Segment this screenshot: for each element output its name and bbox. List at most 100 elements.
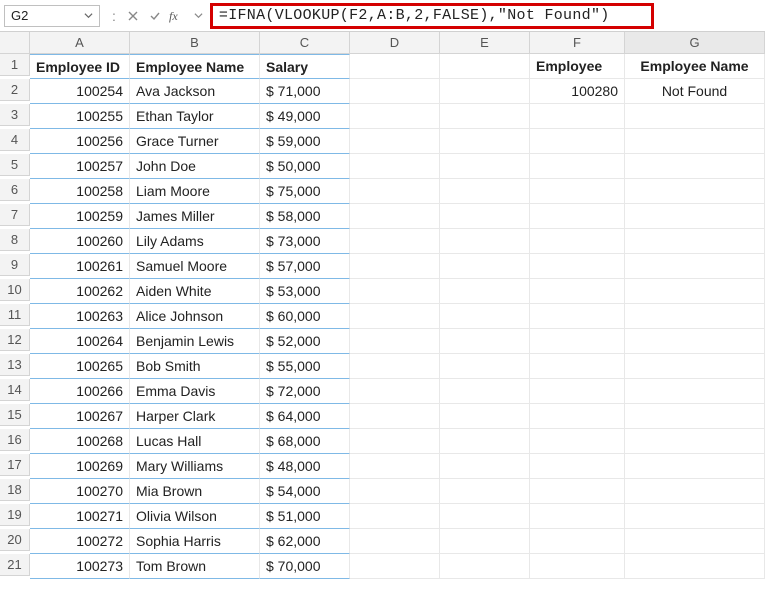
cell[interactable]	[530, 504, 625, 529]
cell[interactable]	[350, 454, 440, 479]
cell[interactable]	[350, 504, 440, 529]
cell[interactable]	[350, 104, 440, 129]
col-header-D[interactable]: D	[350, 32, 440, 54]
cell[interactable]: Sophia Harris	[130, 529, 260, 554]
row-header[interactable]: 12	[0, 329, 30, 351]
cell[interactable]	[625, 104, 765, 129]
cell[interactable]	[440, 104, 530, 129]
cell[interactable]: John Doe	[130, 154, 260, 179]
cell[interactable]	[625, 529, 765, 554]
cell-B1[interactable]: Employee Name	[130, 54, 260, 79]
cell[interactable]	[530, 279, 625, 304]
cell[interactable]	[625, 129, 765, 154]
cell[interactable]: $ 62,000	[260, 529, 350, 554]
row-header[interactable]: 6	[0, 179, 30, 201]
cell[interactable]	[625, 154, 765, 179]
cell[interactable]: Mary Williams	[130, 454, 260, 479]
row-header[interactable]: 2	[0, 79, 30, 101]
cell[interactable]	[350, 404, 440, 429]
cell[interactable]	[530, 454, 625, 479]
cell[interactable]	[350, 154, 440, 179]
col-header-E[interactable]: E	[440, 32, 530, 54]
row-header[interactable]: 5	[0, 154, 30, 176]
formula-input[interactable]: =IFNA(VLOOKUP(F2,A:B,2,FALSE),"Not Found…	[210, 3, 654, 29]
cell[interactable]: Ethan Taylor	[130, 104, 260, 129]
cell[interactable]: $ 51,000	[260, 504, 350, 529]
cell[interactable]	[530, 529, 625, 554]
row-header[interactable]: 17	[0, 454, 30, 476]
cell[interactable]: Alice Johnson	[130, 304, 260, 329]
cell[interactable]: 100261	[30, 254, 130, 279]
cell-B2[interactable]: Ava Jackson	[130, 79, 260, 104]
cell[interactable]: 100269	[30, 454, 130, 479]
cell[interactable]	[440, 279, 530, 304]
cell[interactable]: Grace Turner	[130, 129, 260, 154]
cell[interactable]: $ 59,000	[260, 129, 350, 154]
cell[interactable]	[625, 454, 765, 479]
cell[interactable]	[625, 554, 765, 579]
cell-A2[interactable]: 100254	[30, 79, 130, 104]
cell[interactable]	[530, 229, 625, 254]
row-header[interactable]: 14	[0, 379, 30, 401]
cell[interactable]	[625, 379, 765, 404]
cell[interactable]	[530, 329, 625, 354]
row-header[interactable]: 16	[0, 429, 30, 451]
cell[interactable]	[440, 229, 530, 254]
cell[interactable]	[440, 554, 530, 579]
cell[interactable]	[350, 179, 440, 204]
cell[interactable]	[530, 554, 625, 579]
cell[interactable]: Samuel Moore	[130, 254, 260, 279]
cell[interactable]	[530, 129, 625, 154]
cell[interactable]	[440, 304, 530, 329]
cell[interactable]: $ 54,000	[260, 479, 350, 504]
cell[interactable]: $ 64,000	[260, 404, 350, 429]
cell[interactable]: $ 49,000	[260, 104, 350, 129]
cell[interactable]	[625, 229, 765, 254]
cancel-icon[interactable]	[122, 5, 144, 27]
cell[interactable]	[350, 479, 440, 504]
cell[interactable]	[530, 254, 625, 279]
cell[interactable]	[530, 379, 625, 404]
cell[interactable]	[440, 129, 530, 154]
cell[interactable]: 100260	[30, 229, 130, 254]
cell[interactable]	[625, 279, 765, 304]
cell[interactable]	[625, 204, 765, 229]
cell[interactable]: $ 53,000	[260, 279, 350, 304]
row-header[interactable]: 8	[0, 229, 30, 251]
cell[interactable]	[625, 254, 765, 279]
cell-E2[interactable]	[440, 79, 530, 104]
cell[interactable]: $ 72,000	[260, 379, 350, 404]
enter-check-icon[interactable]	[144, 5, 166, 27]
cell[interactable]	[530, 104, 625, 129]
cell[interactable]	[350, 229, 440, 254]
cell[interactable]	[625, 354, 765, 379]
cell[interactable]	[440, 354, 530, 379]
cell[interactable]: 100272	[30, 529, 130, 554]
cell-D1[interactable]	[350, 54, 440, 79]
cell[interactable]: 100255	[30, 104, 130, 129]
row-header[interactable]: 7	[0, 204, 30, 226]
cell[interactable]: 100273	[30, 554, 130, 579]
cell[interactable]	[440, 454, 530, 479]
cell[interactable]	[530, 154, 625, 179]
cell[interactable]: Tom Brown	[130, 554, 260, 579]
cell[interactable]: $ 75,000	[260, 179, 350, 204]
cell[interactable]	[440, 429, 530, 454]
cell[interactable]: Lucas Hall	[130, 429, 260, 454]
row-header[interactable]: 3	[0, 104, 30, 126]
cell[interactable]	[350, 304, 440, 329]
cell[interactable]	[440, 379, 530, 404]
cell-A1[interactable]: Employee ID	[30, 54, 130, 79]
cell[interactable]	[440, 179, 530, 204]
cell[interactable]	[350, 429, 440, 454]
cell[interactable]	[625, 179, 765, 204]
col-header-F[interactable]: F	[530, 32, 625, 54]
row-header[interactable]: 11	[0, 304, 30, 326]
row-header[interactable]: 9	[0, 254, 30, 276]
cell[interactable]: Aiden White	[130, 279, 260, 304]
cell-G2[interactable]: Not Found	[625, 79, 765, 104]
cell[interactable]: $ 55,000	[260, 354, 350, 379]
cell[interactable]	[440, 254, 530, 279]
cell-C1[interactable]: Salary	[260, 54, 350, 79]
cell[interactable]: 100258	[30, 179, 130, 204]
